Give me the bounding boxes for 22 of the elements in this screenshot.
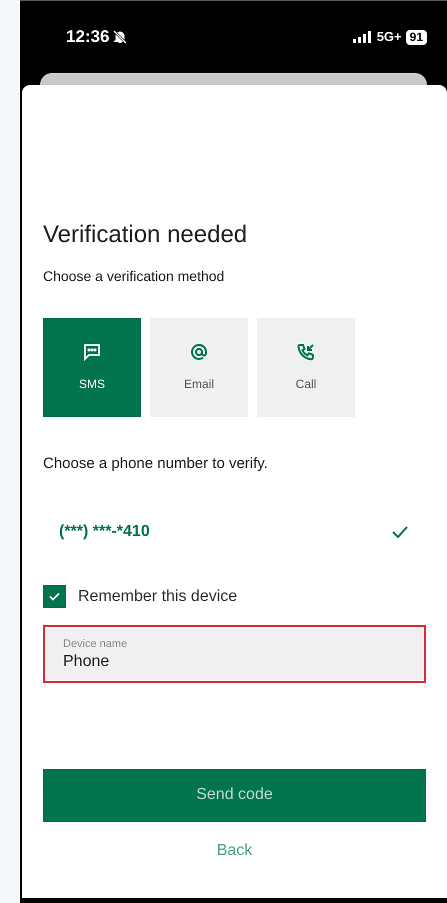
check-icon bbox=[49, 592, 60, 601]
at-sign-icon bbox=[190, 342, 208, 360]
remember-label: Remember this device bbox=[78, 586, 238, 606]
incoming-call-icon bbox=[297, 342, 315, 360]
phone-number-option[interactable]: (***) ***-*410 bbox=[59, 520, 150, 544]
field-label: Device name bbox=[63, 636, 128, 650]
battery-level: 91 bbox=[406, 30, 427, 44]
field-value: Phone bbox=[63, 652, 110, 672]
phone-prompt: Choose a phone number to verify. bbox=[43, 454, 269, 474]
network-label: 5G+ bbox=[376, 28, 402, 46]
subtitle: Choose a verification method bbox=[43, 267, 226, 286]
method-tab[interactable]: Email bbox=[150, 318, 248, 417]
remember-checkbox[interactable] bbox=[43, 585, 66, 608]
method-tab[interactable]: Call bbox=[257, 318, 355, 417]
message-icon bbox=[83, 342, 101, 360]
page-title: Verification needed bbox=[43, 220, 248, 250]
back-link[interactable]: Back bbox=[216, 836, 252, 864]
method-tab[interactable]: SMS bbox=[43, 318, 141, 417]
device-name-field[interactable]: Device name Phone bbox=[43, 624, 426, 682]
send-code-button[interactable]: Send code bbox=[43, 768, 426, 822]
status-time: 12:36 bbox=[66, 26, 110, 48]
signal-icon bbox=[352, 31, 373, 43]
